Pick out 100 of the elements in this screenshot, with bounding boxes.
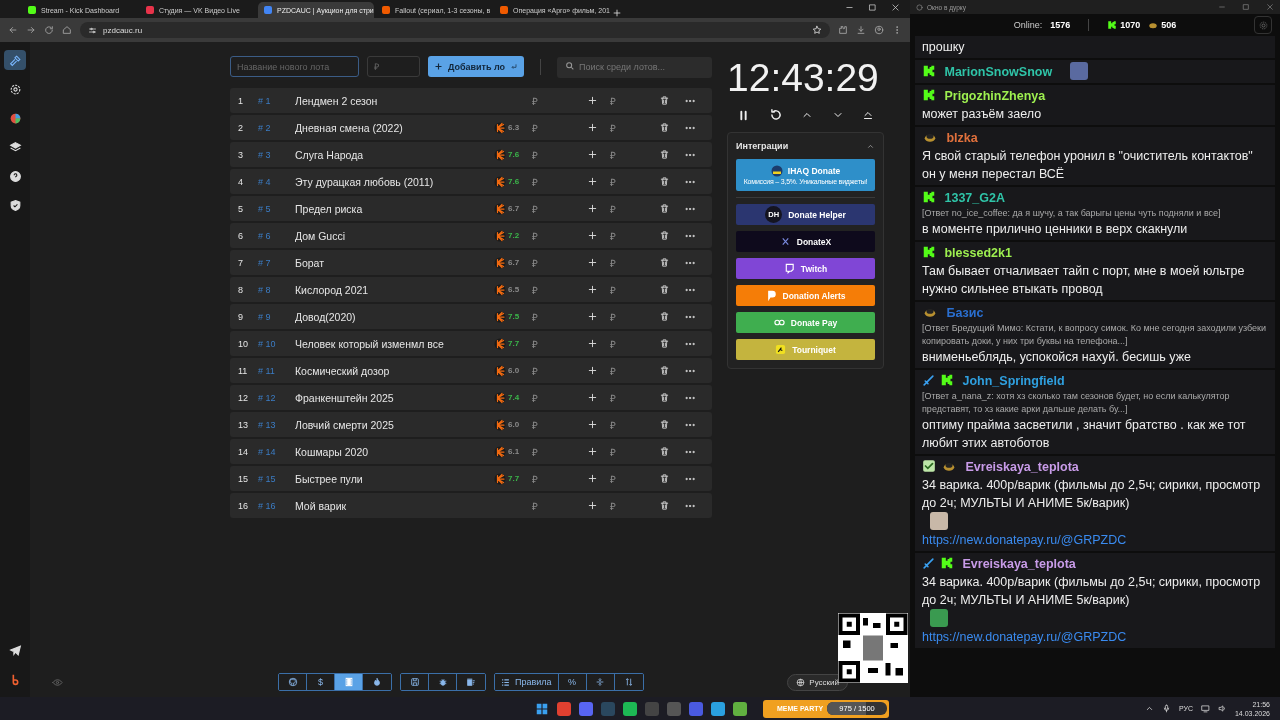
message-link[interactable]: https://new.donatepay.ru/@GRPZDC [922,628,1268,646]
amount-field[interactable]: ₽ [610,120,659,135]
plus-icon[interactable] [587,284,598,295]
download-icon[interactable] [856,25,866,35]
trash-icon[interactable] [659,95,670,106]
amount-field[interactable]: ₽ [610,309,659,324]
pause-icon[interactable] [737,108,750,122]
plus-icon[interactable] [587,446,598,457]
language-button[interactable]: Русский [787,674,848,691]
plus-icon[interactable] [587,311,598,322]
amount-field[interactable]: ₽ [610,336,659,351]
plus-icon[interactable] [587,203,598,214]
amount-field[interactable]: ₽ [610,255,659,270]
username[interactable]: Evreiskaya_teplota [965,460,1079,474]
message-link[interactable]: https://new.donatepay.ru/@GRPZDC [922,531,1268,549]
app-icon[interactable] [733,701,747,716]
plus-icon[interactable] [587,392,598,403]
plus-icon[interactable] [587,95,598,106]
address-bar[interactable]: pzdcauc.ru [80,22,830,38]
amount-field[interactable]: ₽ [610,498,659,513]
plus-icon[interactable] [587,149,598,160]
reload-icon[interactable] [44,25,54,35]
add-lot-button[interactable]: Добавить ло [428,56,524,77]
close-icon[interactable] [891,2,900,12]
trash-icon[interactable] [659,365,670,376]
lot-title: Борат [295,256,325,269]
lot-amount: ₽ [532,121,539,135]
sidebar-button[interactable] [4,50,26,70]
lot-name-field[interactable]: Название нового лота [230,56,359,77]
home-icon[interactable] [62,25,72,35]
plus-icon[interactable] [587,419,598,430]
username[interactable]: Evreiskaya_teplota [962,557,1076,571]
trash-icon[interactable] [659,419,670,430]
trash-icon[interactable] [659,284,670,295]
message-text: прошку [922,40,965,54]
maximize-icon[interactable] [868,2,877,12]
trash-icon[interactable] [659,122,670,133]
toolbar-button[interactable] [279,674,307,690]
app-icon[interactable] [711,701,725,716]
integration-button[interactable]: Twitch [736,258,875,279]
extensions-icon[interactable] [838,25,848,35]
plus-icon[interactable] [587,122,598,133]
amount-field[interactable]: ₽ [610,174,659,189]
username[interactable]: John_Springfield [962,374,1065,388]
trash-icon[interactable] [659,230,670,241]
list-icon [501,677,510,687]
lot-title: Дом Gucci [295,229,347,242]
trash-icon[interactable] [659,203,670,214]
trash-icon[interactable] [659,176,670,187]
app-icon[interactable] [623,701,637,716]
close-icon[interactable] [1266,3,1274,11]
amount-field[interactable]: ₽ [610,228,659,243]
amount-field[interactable]: ₽ [610,417,659,432]
app-icon[interactable] [579,701,593,716]
plus-icon[interactable] [587,230,598,241]
forward-icon[interactable] [26,25,36,35]
back-icon[interactable] [8,25,18,35]
trash-icon[interactable] [659,392,670,403]
username[interactable]: blzka [946,131,978,145]
amount-field[interactable]: ₽ [610,93,659,108]
gear-icon [8,82,22,96]
username[interactable]: MarionSnowSnow [944,65,1053,79]
plus-icon[interactable] [587,176,598,187]
amount-field[interactable]: ₽ [610,444,659,459]
amount-field[interactable]: ₽ [610,363,659,378]
plus-icon[interactable] [587,257,598,268]
plus-icon[interactable] [587,500,598,511]
username[interactable]: PrigozhinZhenya [944,89,1046,103]
trash-icon[interactable] [659,338,670,349]
lot-title: Эту дурацкая любовь (2011) [295,175,435,188]
integration-button[interactable]: Donate Pay [736,312,875,333]
profile-icon[interactable] [874,25,884,35]
app-icon[interactable] [557,701,571,716]
lot-price-field[interactable]: ₽ [367,56,420,77]
trash-icon[interactable] [659,500,670,511]
username[interactable]: blessed2k1 [944,246,1012,260]
username[interactable]: 1337_G2A [944,191,1005,205]
eject-icon[interactable] [862,109,874,121]
plus-icon[interactable] [587,338,598,349]
amount-field[interactable]: ₽ [610,147,659,162]
trash-icon[interactable] [659,149,670,160]
amount-field[interactable]: ₽ [610,471,659,486]
plus-icon[interactable] [587,365,598,376]
toolbar-button[interactable] [335,674,363,690]
plus-icon[interactable] [587,473,598,484]
trash-icon[interactable] [659,473,670,484]
rating-value: 7.2 [508,231,520,240]
trash-icon[interactable] [659,446,670,457]
trash-icon[interactable] [659,257,670,268]
toolbar-button[interactable]: Правила [495,674,559,690]
search-field[interactable]: Поиск среди лотов... [557,56,712,78]
trash-icon[interactable] [659,311,670,322]
username[interactable]: Базис [946,306,984,320]
amount-field[interactable]: ₽ [610,282,659,297]
integration-button[interactable]: DonateX [736,231,875,252]
restart-icon[interactable] [768,108,783,122]
amount-field[interactable]: ₽ [610,390,659,405]
app-icon[interactable] [689,701,703,716]
amount-field[interactable]: ₽ [610,201,659,216]
toolbar-button[interactable] [401,674,429,690]
